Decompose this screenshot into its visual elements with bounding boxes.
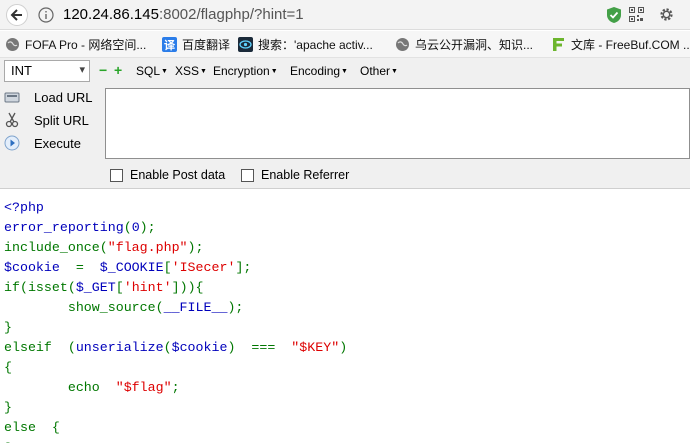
bookmark-wooyun[interactable]: 乌云公开漏洞、知识... (395, 36, 533, 53)
bookmark-label: 百度翻译 (182, 38, 231, 52)
scissors-icon (5, 112, 19, 128)
enable-referrer-checkbox[interactable]: Enable Referrer (241, 168, 349, 182)
bookmark-label: 搜索：'apache activ... (258, 38, 373, 52)
bookmark-label: 乌云公开漏洞、知识... (415, 38, 534, 52)
globe-icon (6, 38, 19, 51)
bookmarks-bar: FOFA Pro - 网络空间... 译 百度翻译 搜索：'apache act… (0, 31, 690, 58)
encoding-menu[interactable]: Encoding▼ (290, 64, 348, 78)
bookmark-freebuf[interactable]: 文库 - FreeBuf.COM ... (551, 36, 690, 53)
back-arrow-icon (10, 9, 22, 21)
qr-code-icon[interactable] (629, 7, 644, 22)
back-button[interactable] (6, 4, 28, 26)
svg-text:译: 译 (164, 39, 176, 52)
dropdown-caret-icon: ▼ (270, 68, 278, 75)
menu-label: Encryption (213, 64, 270, 78)
address-bar: 120.24.86.145:8002/flagphp/?hint=1 (0, 0, 690, 30)
shield-check-icon[interactable] (606, 6, 622, 24)
dropdown-caret-icon: ▼ (161, 68, 168, 75)
menu-label: XSS (175, 64, 200, 78)
eye-icon (238, 37, 253, 52)
checkbox-label: Enable Post data (130, 168, 226, 182)
code-line: } (4, 320, 12, 335)
code-line: include_once("flag.php"); (4, 240, 204, 255)
xss-menu[interactable]: XSS▼ (175, 64, 207, 78)
load-url-icon (4, 92, 20, 103)
globe-icon (396, 38, 409, 51)
plus-icon[interactable]: + (114, 63, 125, 77)
button-label: Execute (34, 135, 81, 151)
load-url-button[interactable]: Load URL (4, 88, 93, 106)
translate-icon: 译 (162, 37, 177, 52)
url-host: 120.24.86.145 (63, 6, 159, 23)
enable-post-data-checkbox[interactable]: Enable Post data (110, 168, 225, 182)
bookmark-label: FOFA Pro - 网络空间... (25, 38, 147, 52)
code-line: <?php (4, 200, 44, 215)
dropdown-caret-icon: ▼ (200, 68, 207, 75)
bookmark-search[interactable]: 搜索：'apache activ... (238, 36, 373, 53)
code-line: $cookie = $_COOKIE['ISecer']; (4, 260, 252, 275)
bookmark-label: 文库 - FreeBuf.COM ... (571, 38, 690, 52)
menu-label: Other (360, 64, 391, 78)
freebuf-icon (553, 38, 564, 51)
button-label: Split URL (34, 112, 89, 128)
checkbox-box[interactable] (110, 168, 123, 182)
encoding-type-select[interactable]: INT ▾ (4, 60, 90, 82)
dropdown-caret-icon: ▼ (341, 68, 348, 75)
chevron-down-icon: ▾ (79, 64, 85, 76)
split-url-button[interactable]: Split URL (4, 111, 89, 129)
code-line: if(isset($_GET['hint'])){ (4, 280, 204, 295)
code-line: ?> (4, 438, 688, 443)
info-icon[interactable] (38, 7, 54, 23)
sql-menu[interactable]: SQL▼ (136, 64, 168, 78)
url-field[interactable]: 120.24.86.145:8002/flagphp/?hint=1 (63, 6, 304, 23)
play-icon (4, 135, 20, 151)
bookmark-fofa[interactable]: FOFA Pro - 网络空间... (5, 36, 146, 53)
code-line: } (4, 400, 12, 415)
menu-label: Encoding (290, 64, 341, 78)
hackbar-panel: Load URL Split URL Execute Enable Post d… (0, 85, 690, 189)
code-line: { (4, 360, 12, 375)
code-line: else { (4, 420, 60, 435)
checkbox-label: Enable Referrer (261, 168, 350, 182)
execute-button[interactable]: Execute (4, 134, 81, 152)
other-menu[interactable]: Other▼ (360, 64, 398, 78)
url-path: :8002/flagphp/?hint=1 (158, 6, 304, 23)
code-line: echo "$flag"; (4, 380, 180, 395)
menu-label: SQL (136, 64, 161, 78)
hackbar-toolbar: INT ▾ − + SQL▼ XSS▼ Encryption▼ Encoding… (0, 58, 690, 85)
bookmark-baidu-translate[interactable]: 译 百度翻译 (162, 36, 230, 53)
url-textarea[interactable] (105, 88, 690, 159)
gear-icon[interactable] (658, 6, 675, 23)
code-line: elseif (unserialize($cookie) === "$KEY") (4, 340, 348, 355)
minus-icon[interactable]: − (99, 63, 108, 77)
encryption-menu[interactable]: Encryption▼ (213, 64, 278, 78)
button-label: Load URL (34, 89, 93, 105)
select-value: INT (11, 63, 32, 78)
php-source-code: <?php error_reporting(0); include_once("fl… (4, 198, 688, 443)
dropdown-caret-icon: ▼ (391, 68, 398, 75)
code-line: error_reporting(0); (4, 220, 156, 235)
code-line: show_source(__FILE__); (4, 300, 244, 315)
checkbox-box[interactable] (241, 168, 254, 182)
